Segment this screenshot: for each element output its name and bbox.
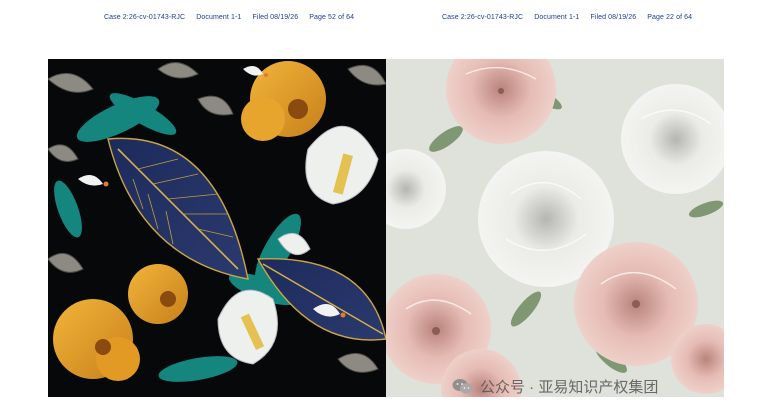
page-number: Page 52 of 64 [309,14,355,21]
case-number: Case 2:26-cv-01743-RJC [442,14,524,21]
filed-date: Filed 08/19/26 [590,14,637,21]
peony-floral-artwork [386,59,724,397]
filed-date: Filed 08/19/26 [252,14,299,21]
watermark-text: 公众号 · 亚易知识产权集团 [480,379,659,396]
case-number: Case 2:26-cv-01743-RJC [104,14,186,21]
right-page-header: Case 2:26-cv-01743-RJC Document 1-1 File… [442,14,701,21]
page-number: Page 22 of 64 [647,14,693,21]
wechat-account-watermark: 公众号 · 亚易知识产权集团 [452,376,658,397]
wechat-icon [452,379,473,394]
left-page-header: Case 2:26-cv-01743-RJC Document 1-1 File… [104,14,363,21]
tropical-floral-illustration [48,59,386,397]
tropical-floral-artwork [48,59,386,397]
document-number: Document 1-1 [196,14,242,21]
document-number: Document 1-1 [534,14,580,21]
peony-floral-illustration [386,59,724,397]
